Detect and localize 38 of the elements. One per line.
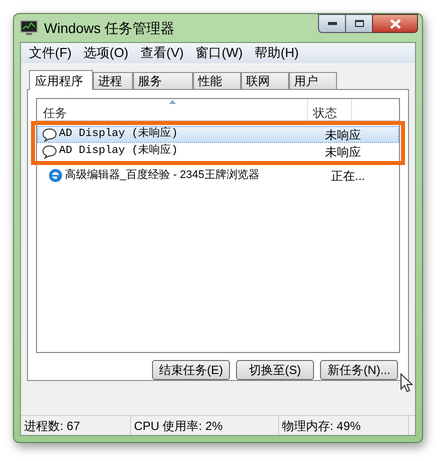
menu-item[interactable]: 文件(F) bbox=[23, 43, 78, 63]
status-text: 物理内存: 49% bbox=[279, 416, 409, 435]
tab[interactable]: 服务 bbox=[133, 72, 193, 89]
window-title: Windows 任务管理器 bbox=[44, 18, 175, 38]
close-icon bbox=[390, 18, 400, 28]
menu-item[interactable]: 选项(O) bbox=[78, 43, 134, 63]
menu-item[interactable]: 帮助(H) bbox=[248, 43, 305, 63]
tab[interactable]: 性能 bbox=[193, 72, 241, 89]
tab[interactable]: 应用程序 bbox=[29, 70, 93, 90]
status-text: 进程数: 67 bbox=[21, 416, 131, 435]
action-button[interactable]: 新任务(N)... bbox=[320, 360, 398, 380]
task-status: 正在... bbox=[331, 168, 366, 184]
menu-item[interactable]: 窗口(W) bbox=[190, 43, 249, 63]
task-name: AD Display (未响应) bbox=[59, 143, 179, 160]
task-name: AD Display (未响应) bbox=[59, 126, 179, 142]
column-header[interactable]: 任务 bbox=[37, 99, 308, 120]
speech-bubble-icon bbox=[42, 128, 57, 142]
tab[interactable]: 联网 bbox=[241, 72, 289, 89]
task-row[interactable]: 高级编辑器_百度经验 - 2345王牌浏览器 正在... bbox=[43, 167, 393, 184]
task-row[interactable]: AD Display (未响应) 未响应 bbox=[37, 143, 399, 160]
task-name: 高级编辑器_百度经验 - 2345王牌浏览器 bbox=[65, 168, 260, 184]
task-status: 未响应 bbox=[325, 144, 361, 160]
minimize-button[interactable] bbox=[318, 14, 346, 33]
tab[interactable]: 进程 bbox=[93, 72, 133, 89]
task-status: 未响应 bbox=[325, 126, 361, 144]
browser-icon bbox=[48, 168, 63, 183]
action-button[interactable]: 结束任务(E) bbox=[152, 360, 230, 380]
task-row[interactable]: AD Display (未响应) 未响应 bbox=[37, 126, 399, 143]
column-header[interactable]: 状态 bbox=[308, 99, 352, 120]
action-button[interactable]: 切换至(S) bbox=[236, 360, 314, 380]
status-text: CPU 使用率: 2% bbox=[131, 416, 279, 435]
sort-arrow-icon bbox=[169, 100, 176, 104]
maximize-button[interactable] bbox=[346, 14, 372, 33]
close-button[interactable] bbox=[372, 14, 418, 33]
monitor-icon bbox=[20, 20, 38, 36]
speech-bubble-icon bbox=[42, 144, 57, 158]
menu-item[interactable]: 查看(V) bbox=[134, 43, 190, 63]
tab[interactable]: 用户 bbox=[289, 72, 337, 89]
